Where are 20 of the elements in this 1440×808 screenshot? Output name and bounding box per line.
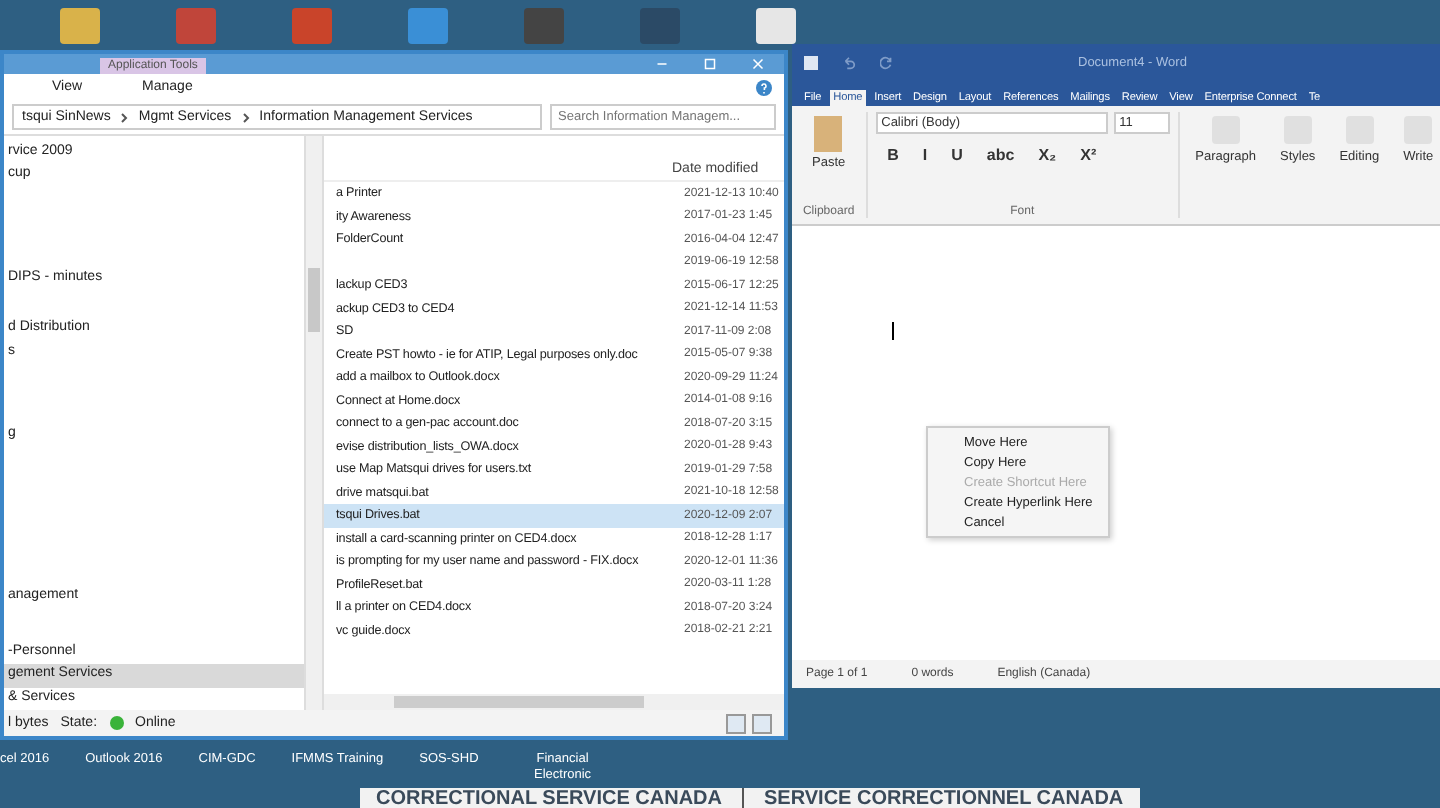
- help-icon[interactable]: [756, 79, 772, 95]
- undo-icon[interactable]: [842, 55, 856, 69]
- close-icon[interactable]: [752, 58, 764, 70]
- scrollbar[interactable]: [324, 694, 784, 710]
- format-button[interactable]: abc: [986, 146, 1015, 164]
- chevron-icon: [120, 111, 129, 123]
- format-button[interactable]: B: [887, 146, 899, 164]
- online-icon: [109, 716, 124, 730]
- format-button[interactable]: I: [922, 146, 928, 164]
- banner-text: SERVICE CORRECTIONNEL CANADA: [763, 788, 1124, 808]
- text-cursor: [892, 322, 894, 340]
- minimize-icon[interactable]: [656, 58, 668, 70]
- format-button[interactable]: U: [951, 146, 963, 164]
- redo-icon[interactable]: [880, 55, 894, 69]
- banner-text: CORRECTIONAL SERVICE CANADA: [376, 788, 722, 808]
- chevron-icon: [241, 111, 250, 123]
- maximize-icon[interactable]: [704, 58, 716, 70]
- format-button[interactable]: X₂: [1038, 146, 1057, 164]
- format-button[interactable]: X²: [1080, 146, 1097, 164]
- scrollbar[interactable]: [306, 136, 324, 710]
